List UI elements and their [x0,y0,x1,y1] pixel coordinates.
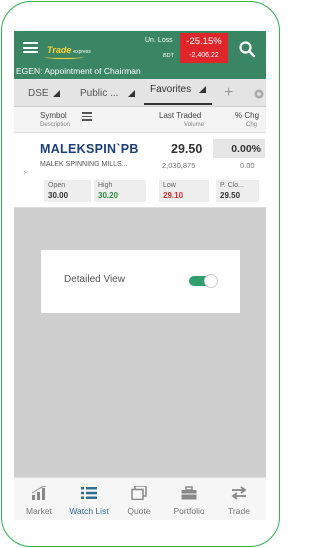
tab-dse[interactable]: DSE [28,88,60,99]
gear-icon[interactable] [252,87,266,101]
col-volume: Volume [184,122,205,128]
loss-percent: -25.15% [186,36,222,47]
chevron-right-icon[interactable]: › [23,167,26,178]
nav-watch-list-label: Watch List [69,506,109,516]
tab-public[interactable]: Public ... [80,88,136,99]
menu-icon[interactable] [23,42,38,53]
low-label: Low [163,182,176,189]
add-icon[interactable]: + [224,85,233,101]
sort-icon[interactable] [82,112,92,121]
volume: 2,030,875 [162,161,196,170]
nav-portfolio-label: Portfolio [173,506,205,516]
last-traded-price: 29.50 [171,142,203,156]
detailed-view-label: Detailed View [64,274,125,285]
stock-symbol: MALEKSPIN`PB [40,142,139,156]
app-screen: Trade express Un. Loss BDT -25.15% -2,406… [14,31,266,520]
stock-description: MALEK SPINNING MILLS... [40,161,128,168]
currency-label: BDT [163,53,174,59]
nav-quote[interactable]: Quote [114,478,164,520]
col-description: Description [40,122,71,128]
dropdown-triangle-icon [128,89,136,97]
app-header: Trade express Un. Loss BDT -25.15% -2,406… [14,31,266,79]
exchange-tabs: DSE Public ... Favorites + [14,79,266,107]
app-logo: Trade express [47,45,91,55]
prev-close-cell: P. Clo... 29.50 [216,180,259,202]
abs-change: 0.00 [240,161,255,170]
high-label: High [98,182,113,189]
bar-chart-icon [31,486,47,500]
toggle-thumb [204,274,218,288]
unrealized-loss-box[interactable]: -25.15% -2,406.22 [180,33,228,63]
nav-quote-label: Quote [127,506,151,516]
nav-market-label: Market [26,506,52,516]
prev-close-value: 29.50 [220,191,241,200]
nav-trade[interactable]: Trade [214,478,264,520]
high-value: 30.20 [98,191,119,200]
nav-portfolio[interactable]: Portfolio [164,478,214,520]
list-icon [81,487,97,499]
col-symbol[interactable]: Symbol [40,111,67,120]
bottom-nav: Market Watch List Quote Portfolio Trade [14,477,266,520]
unrealized-loss-label: Un. Loss [145,37,173,44]
low-cell: Low 29.10 [159,180,209,202]
dropdown-triangle-icon [199,85,207,93]
tab-favorites-label: Favorites [150,84,192,95]
col-chg: Chg [246,122,258,128]
tab-favorites[interactable]: Favorites [144,83,212,105]
open-cell: Open 30.00 [44,180,91,202]
col-last-traded[interactable]: Last Traded [159,111,201,120]
loss-amount: -2,406.22 [189,52,219,59]
table-row[interactable]: › MALEKSPIN`PB MALEK SPINNING MILLS... 2… [14,133,266,208]
briefcase-icon [181,486,197,500]
open-value: 30.00 [48,191,69,200]
news-ticker[interactable]: EGEN: Appointment of Chairman [16,66,141,76]
logo-swoosh-icon [44,55,84,59]
modal-backdrop[interactable] [14,208,266,477]
swap-arrows-icon [231,486,247,500]
pct-change-box: 0.00% [213,139,265,158]
nav-market[interactable]: Market [14,478,64,520]
low-value: 29.10 [163,191,184,200]
open-label: Open [48,182,66,189]
pct-change: 0.00% [231,143,261,155]
detailed-view-dialog: Detailed View [41,250,240,313]
prev-close-label: P. Clo... [220,182,244,189]
quote-cards-icon [131,486,147,500]
search-icon[interactable] [238,40,256,58]
detailed-view-toggle[interactable] [189,274,218,288]
dropdown-triangle-icon [52,89,60,97]
high-cell: High 30.20 [94,180,146,202]
nav-watch-list[interactable]: Watch List [64,478,114,520]
nav-trade-label: Trade [228,506,250,516]
column-header: Symbol Description Last Traded Volume % … [14,107,266,133]
col-pct-chg[interactable]: % Chg [235,111,259,120]
